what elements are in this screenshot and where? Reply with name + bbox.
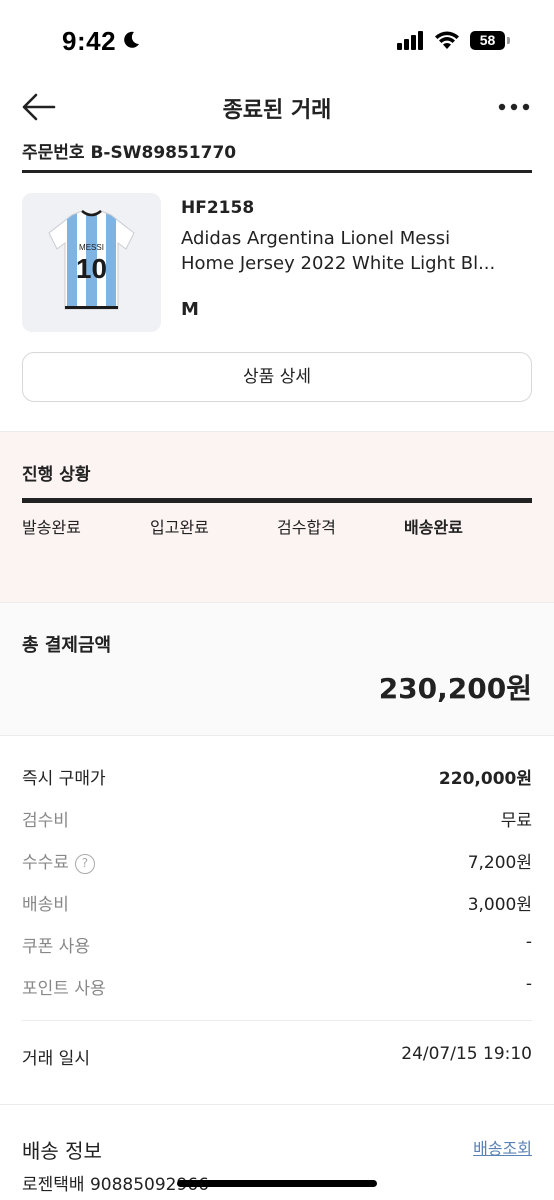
help-icon[interactable]: ? xyxy=(74,854,95,874)
product-image[interactable]: MESSI 10 xyxy=(22,193,161,332)
progress-title: 진행 상황 xyxy=(22,465,91,485)
jersey-icon: MESSI 10 xyxy=(48,210,135,310)
progress-bar xyxy=(22,498,532,503)
order-number: 주문번호 B-SW89851770 xyxy=(22,143,237,163)
battery-icon: 58 xyxy=(470,31,510,50)
total-payment-section: 총 결제금액 230,200원 xyxy=(0,603,554,735)
trade-date-label: 거래 일시 xyxy=(22,1049,90,1069)
divider xyxy=(0,735,554,736)
cellular-signal-icon xyxy=(397,31,423,50)
product-name[interactable]: Adidas Argentina Lionel Messi Home Jerse… xyxy=(181,226,526,276)
trade-date-row: 거래 일시 24/07/15 19:10 xyxy=(22,1044,532,1074)
row-label: 쿠폰 사용 xyxy=(22,937,90,957)
row-label: 검수비 xyxy=(22,811,69,831)
row-value: 3,000원 xyxy=(467,895,532,915)
jersey-name-text: MESSI xyxy=(79,243,104,252)
total-payment-label: 총 결제금액 xyxy=(22,635,112,656)
status-time: 9:42 xyxy=(62,26,117,56)
product-detail-button[interactable]: 상품 상세 xyxy=(22,352,532,402)
product-size: M xyxy=(181,299,199,320)
progress-step-shipped: 발송완료 xyxy=(22,518,81,537)
row-value: 7,200원 xyxy=(467,853,532,873)
row-label: 수수료 xyxy=(22,853,69,873)
product-name-line-1: Adidas Argentina Lionel Messi xyxy=(181,228,451,249)
divider xyxy=(0,1104,554,1105)
progress-step-received: 입고완료 xyxy=(150,518,209,537)
home-indicator[interactable] xyxy=(177,1180,377,1187)
top-nav: 종료된 거래 xyxy=(0,84,554,134)
trade-date-value: 24/07/15 19:10 xyxy=(401,1044,532,1064)
row-value: 220,000원 xyxy=(438,769,532,789)
point-row: 포인트 사용 - xyxy=(22,974,532,1004)
divider xyxy=(22,170,532,173)
moon-icon xyxy=(124,31,139,48)
product-name-line-2: Home Jersey 2022 White Light Bl... xyxy=(181,253,496,274)
page-title: 종료된 거래 xyxy=(222,98,332,123)
total-payment-amount: 230,200원 xyxy=(378,672,532,705)
divider xyxy=(22,1020,532,1021)
product-code: HF2158 xyxy=(181,198,255,218)
inspection-fee-row: 검수비 무료 xyxy=(22,806,532,836)
shipping-fee-row: 배송비 3,000원 xyxy=(22,890,532,920)
row-label: 즉시 구매가 xyxy=(22,769,106,789)
row-label: 배송비 xyxy=(22,895,69,915)
row-value: - xyxy=(525,932,532,952)
more-horizontal-icon[interactable] xyxy=(498,102,530,112)
row-value: 무료 xyxy=(500,811,532,831)
progress-step-inspected: 검수합격 xyxy=(277,518,336,537)
progress-section: 진행 상황 발송완료 입고완료 검수합격 배송완료 xyxy=(0,432,554,602)
status-bar: 9:42 58 xyxy=(0,0,554,84)
row-label: 포인트 사용 xyxy=(22,979,106,999)
commission-row: 수수료? 7,200원 xyxy=(22,848,532,878)
jersey-number-text: 10 xyxy=(76,253,107,284)
wifi-icon xyxy=(435,31,459,49)
battery-level: 58 xyxy=(479,32,496,48)
delivery-info-title: 배송 정보 xyxy=(22,1139,102,1163)
progress-step-delivered: 배송완료 xyxy=(404,518,463,537)
coupon-row: 쿠폰 사용 - xyxy=(22,932,532,962)
row-value: - xyxy=(525,974,532,994)
track-delivery-link[interactable]: 배송조회 xyxy=(473,1135,532,1159)
instant-buy-price-row: 즉시 구매가 220,000원 xyxy=(22,764,532,794)
